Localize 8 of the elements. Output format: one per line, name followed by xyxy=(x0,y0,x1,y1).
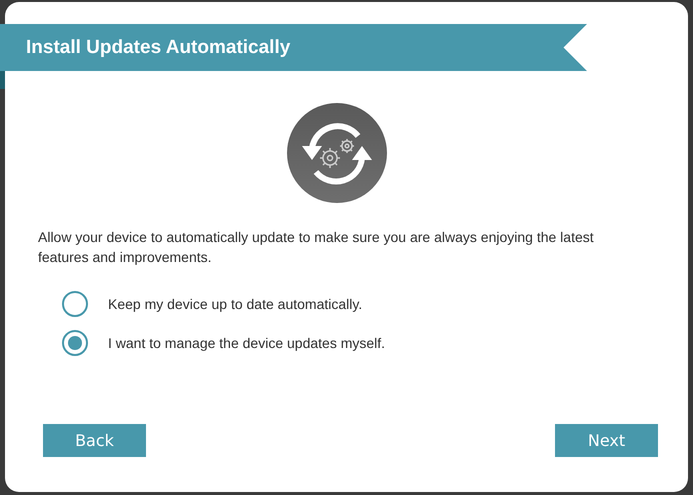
radio-button[interactable] xyxy=(62,291,88,317)
description-text: Allow your device to automatically update to make sure you are always enjoying the latest features and improvements. xyxy=(38,228,595,267)
ribbon-fold xyxy=(0,71,5,89)
dialog-title: Install Updates Automatically xyxy=(26,36,290,58)
update-gears-icon xyxy=(286,102,388,204)
radio-button[interactable] xyxy=(62,330,88,356)
option-label[interactable]: Keep my device up to date automatically. xyxy=(108,296,362,312)
option-label[interactable]: I want to manage the device updates myself. xyxy=(108,335,386,351)
